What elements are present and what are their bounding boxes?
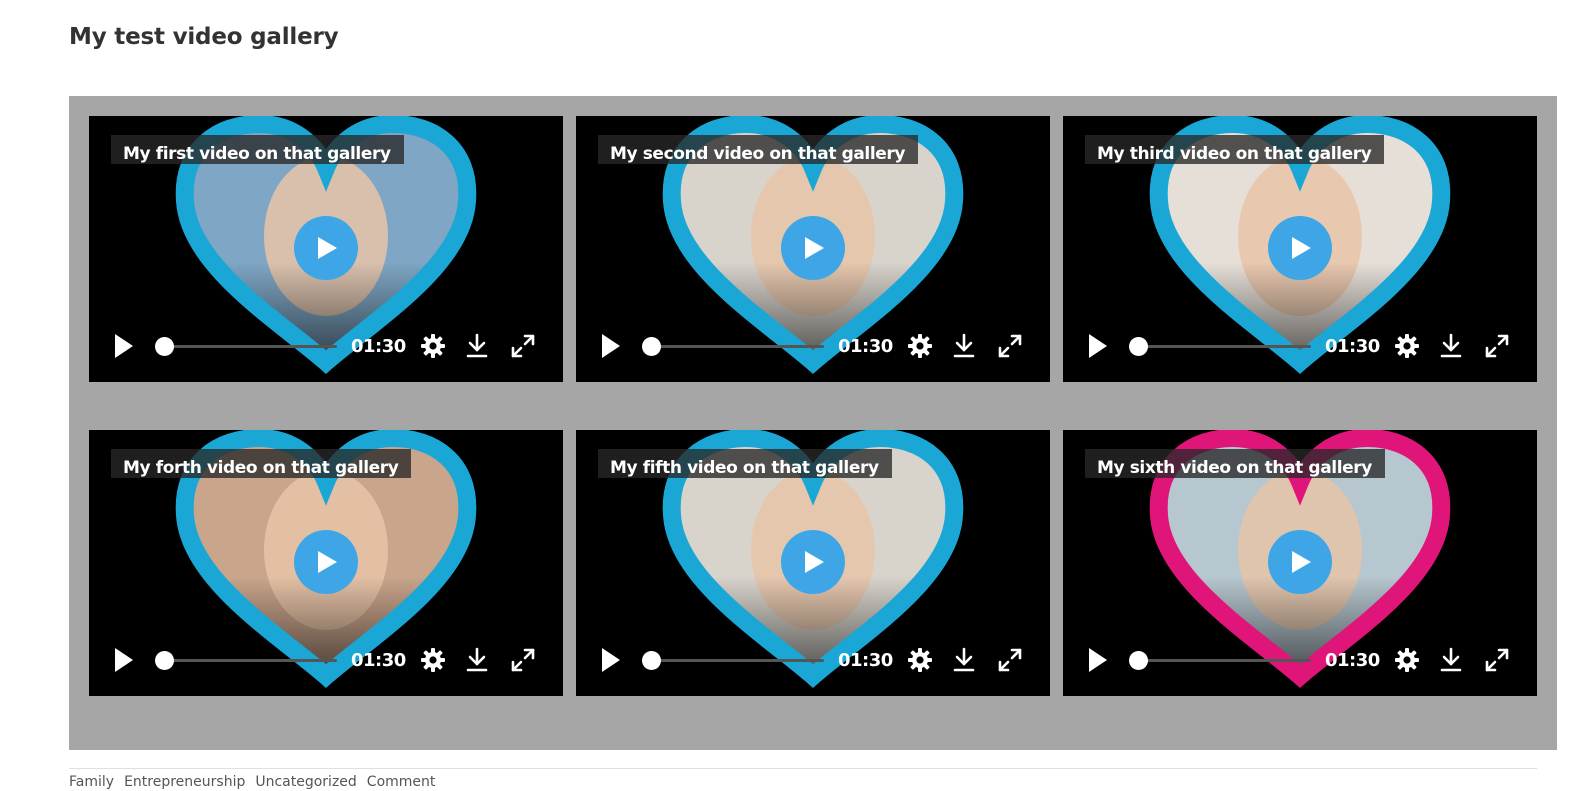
control-bar: 01:30 [89,328,563,364]
big-play-button[interactable] [781,530,845,594]
play-icon [1292,237,1311,259]
play-icon [318,551,337,573]
progress-handle[interactable] [1129,651,1148,670]
play-icon [805,237,824,259]
video-title: My second video on that gallery [598,135,919,164]
progress-bar[interactable] [642,651,824,670]
settings-gear-icon[interactable] [907,332,933,360]
download-icon[interactable] [952,332,976,360]
download-icon[interactable] [465,646,489,674]
play-icon [805,551,824,573]
progress-handle[interactable] [155,337,174,356]
time-display: 01:30 [351,336,406,357]
fullscreen-icon[interactable] [997,646,1023,674]
control-bar: 01:30 [89,642,563,678]
time-display: 01:30 [351,650,406,671]
play-icon[interactable] [113,646,135,674]
play-icon[interactable] [600,332,622,360]
big-play-button[interactable] [1268,530,1332,594]
progress-bar[interactable] [155,337,337,356]
video-player-2[interactable]: My second video on that gallery 01:30 [576,116,1050,382]
settings-gear-icon[interactable] [420,332,446,360]
video-player-1[interactable]: My first video on that gallery 01:30 [89,116,563,382]
progress-handle[interactable] [155,651,174,670]
settings-gear-icon[interactable] [1394,332,1420,360]
video-gallery: My first video on that gallery 01:30 My … [69,96,1557,750]
progress-bar[interactable] [642,337,824,356]
download-icon[interactable] [465,332,489,360]
control-bar: 01:30 [576,642,1050,678]
page-title: My test video gallery [69,24,339,50]
play-icon [318,237,337,259]
fullscreen-icon[interactable] [997,332,1023,360]
video-title: My forth video on that gallery [111,449,412,478]
play-icon[interactable] [113,332,135,360]
fullscreen-icon[interactable] [510,646,536,674]
download-icon[interactable] [952,646,976,674]
control-bar: 01:30 [1063,328,1537,364]
video-player-3[interactable]: My third video on that gallery 01:30 [1063,116,1537,382]
video-title: My sixth video on that gallery [1085,449,1385,478]
download-icon[interactable] [1439,332,1463,360]
footer-link[interactable]: Entrepreneurship [124,774,245,790]
progress-handle[interactable] [1129,337,1148,356]
video-title: My third video on that gallery [1085,135,1385,164]
video-title: My first video on that gallery [111,135,404,164]
post-footer-links: Family Entrepreneurship Uncategorized Comme… [69,774,445,790]
progress-handle[interactable] [642,337,661,356]
big-play-button[interactable] [781,216,845,280]
time-display: 01:30 [1325,650,1380,671]
video-player-5[interactable]: My fifth video on that gallery 01:30 [576,430,1050,696]
big-play-button[interactable] [294,216,358,280]
settings-gear-icon[interactable] [1394,646,1420,674]
big-play-button[interactable] [1268,216,1332,280]
time-display: 01:30 [838,336,893,357]
play-icon [1292,551,1311,573]
control-bar: 01:30 [1063,642,1537,678]
footer-link[interactable]: Family [69,774,114,790]
settings-gear-icon[interactable] [907,646,933,674]
fullscreen-icon[interactable] [1484,646,1510,674]
progress-handle[interactable] [642,651,661,670]
play-icon[interactable] [600,646,622,674]
time-display: 01:30 [1325,336,1380,357]
fullscreen-icon[interactable] [1484,332,1510,360]
fullscreen-icon[interactable] [510,332,536,360]
progress-bar[interactable] [1129,651,1311,670]
video-player-6[interactable]: My sixth video on that gallery 01:30 [1063,430,1537,696]
video-grid: My first video on that gallery 01:30 My … [89,116,1537,696]
control-bar: 01:30 [576,328,1050,364]
download-icon[interactable] [1439,646,1463,674]
video-player-4[interactable]: My forth video on that gallery 01:30 [89,430,563,696]
divider [69,768,1537,769]
video-title: My fifth video on that gallery [598,449,892,478]
time-display: 01:30 [838,650,893,671]
big-play-button[interactable] [294,530,358,594]
play-icon[interactable] [1087,646,1109,674]
progress-bar[interactable] [1129,337,1311,356]
footer-link[interactable]: Comment [367,774,436,790]
settings-gear-icon[interactable] [420,646,446,674]
footer-link[interactable]: Uncategorized [255,774,356,790]
play-icon[interactable] [1087,332,1109,360]
progress-bar[interactable] [155,651,337,670]
